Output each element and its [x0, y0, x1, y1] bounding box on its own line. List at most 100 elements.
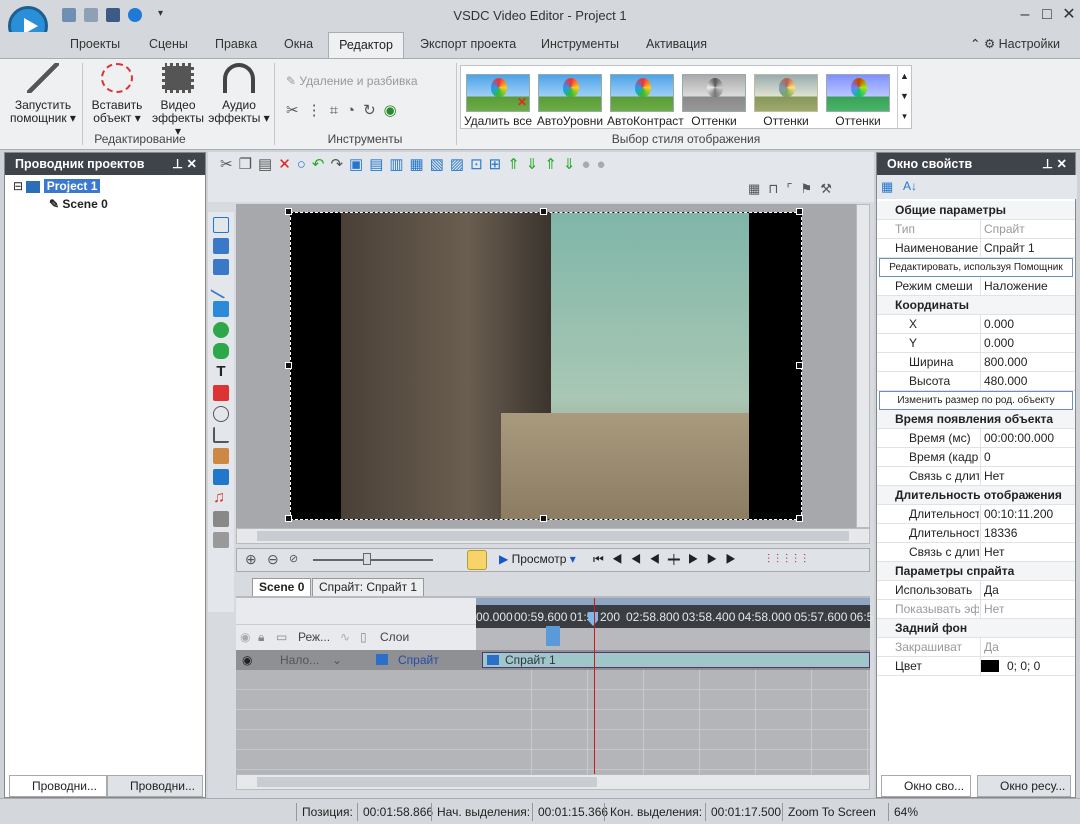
property-section[interactable]: Координаты [877, 296, 1075, 315]
property-section[interactable]: Параметры спрайта [877, 562, 1075, 581]
resize-handle[interactable] [285, 515, 292, 522]
selection-range[interactable] [476, 598, 870, 605]
rectangle-icon[interactable] [213, 301, 229, 317]
tab-edit[interactable]: Правка [215, 37, 257, 51]
blend-icon[interactable]: ▭ [276, 630, 287, 644]
property-row[interactable]: Наименование Спрайт 1 [877, 239, 1075, 258]
property-value[interactable]: 18336 [980, 524, 1075, 542]
grid-icon[interactable]: ▦ [748, 181, 768, 196]
property-action-button[interactable]: Изменить размер по род. объекту [879, 391, 1073, 410]
spectrum-icon[interactable] [213, 511, 229, 527]
audio-effects-button[interactable]: Аудио эффекты ▾ [208, 63, 270, 125]
arrows-icon[interactable]: ⇑⇓⇑⇓ [507, 156, 581, 173]
property-action-button[interactable]: Редактировать, используя Помощник [879, 258, 1073, 277]
tree-item-scene[interactable]: ✎ Scene 0 [49, 197, 108, 211]
tab-project-explorer[interactable]: Проводни... [9, 775, 107, 797]
subtitle-icon[interactable] [213, 385, 229, 401]
selection-marker[interactable] [546, 626, 560, 646]
brush-icon[interactable]: ⚒ [820, 181, 840, 196]
resize-handle[interactable] [540, 515, 547, 522]
resize-handle[interactable] [796, 515, 803, 522]
zoom-out-icon[interactable]: ⊖ [267, 551, 279, 568]
tab-editor[interactable]: Редактор [328, 32, 404, 59]
stabilize-icon[interactable]: ◉ [384, 102, 405, 119]
canvas-horizontal-scrollbar[interactable] [236, 528, 870, 544]
style-tint-2[interactable]: Оттенки [751, 74, 821, 128]
magnet-icon[interactable]: ⊓ [768, 181, 786, 196]
property-value[interactable]: 800.000 [980, 353, 1075, 371]
pin-close-icons[interactable]: ⊥ ✕ [1042, 153, 1067, 175]
categorized-icon[interactable]: ▦ [881, 179, 893, 195]
tab-activation[interactable]: Активация [646, 37, 707, 51]
cursor-icon[interactable] [213, 217, 229, 233]
preview-button[interactable]: ▶ Просмотр ▾ [499, 552, 576, 566]
property-value[interactable]: 0; 0; 0 [980, 657, 1075, 675]
insert-object-button[interactable]: Вставить объект ▾ [86, 63, 148, 125]
property-value[interactable]: Нет [980, 467, 1075, 485]
trim-icon[interactable]: ⋮ [307, 102, 330, 119]
tab-windows[interactable]: Окна [284, 37, 313, 51]
track-visibility-icon[interactable]: ◉ [242, 653, 252, 667]
minimize-button[interactable]: – [1014, 4, 1036, 26]
trash-icon[interactable]: ▯ [360, 630, 367, 644]
transport-controls[interactable]: ⏮◀◀◀┿▶▶▶ [593, 552, 744, 567]
ellipse-icon[interactable] [213, 322, 229, 338]
playhead-line[interactable] [594, 598, 595, 774]
rotate-icon[interactable]: ↻ [363, 102, 384, 119]
flag-icon[interactable]: ⚑ [801, 181, 821, 196]
scroll-thumb[interactable] [257, 777, 597, 787]
tab-object-explorer[interactable]: Проводни... [107, 775, 203, 797]
property-value[interactable]: Да [980, 638, 1075, 656]
move-icon[interactable] [213, 532, 229, 548]
sort-az-icon[interactable]: A↓ [903, 179, 917, 193]
shape-icon[interactable]: ●● [581, 156, 611, 173]
style-auto-contrast[interactable]: АвтоКонтраст [607, 74, 684, 128]
property-row[interactable]: Закрашиват Да [877, 638, 1075, 657]
time-ruler[interactable]: 00.000 00:59.600 01:5 200 02:58.800 03:5… [476, 598, 873, 646]
property-row[interactable]: Y 0.000 [877, 334, 1075, 353]
tree-item-project[interactable]: ⊟ Project 1 [13, 179, 108, 193]
crop-icon[interactable]: ⌗ [330, 102, 346, 119]
image-icon[interactable] [213, 259, 229, 275]
zoom-slider[interactable] [313, 559, 433, 561]
tab-sprite[interactable]: Спрайт: Спрайт 1 [312, 578, 425, 596]
marker-icons[interactable]: ⫶⫶⫶⫶⫶ [767, 552, 812, 567]
callout-icon[interactable] [213, 406, 229, 422]
property-section[interactable]: Задний фон [877, 619, 1075, 638]
property-row[interactable]: Показывать эф Нет [877, 600, 1075, 619]
corner-icon[interactable]: ⌜ [786, 181, 800, 196]
tab-properties[interactable]: Окно сво... [881, 775, 971, 797]
tab-tools[interactable]: Инструменты [541, 37, 619, 51]
paste-icon[interactable]: ▤ [258, 156, 278, 173]
property-value[interactable]: Да [980, 581, 1075, 599]
property-row[interactable]: Высота 480.000 [877, 372, 1075, 391]
close-button[interactable]: ✕ [1058, 4, 1080, 26]
resize-handle[interactable] [796, 362, 803, 369]
property-section[interactable]: Время появления объекта [877, 410, 1075, 429]
property-row[interactable]: X 0.000 [877, 315, 1075, 334]
lock-icon[interactable]: 🔒︎ [258, 630, 264, 645]
collapse-icon[interactable]: ⊟ [13, 179, 23, 193]
zoom-slider-thumb[interactable] [363, 553, 371, 565]
property-value[interactable]: Спрайт [980, 220, 1075, 238]
style-tint-3[interactable]: Оттенки [823, 74, 893, 128]
style-remove-all[interactable]: ✕ Удалить все [463, 74, 533, 128]
resize-handle[interactable] [796, 208, 803, 215]
line-icon[interactable] [210, 277, 232, 299]
property-row[interactable]: Связь с длит Нет [877, 467, 1075, 486]
style-tint-1[interactable]: Оттенки [679, 74, 749, 128]
property-row[interactable]: Связь с длит Нет [877, 543, 1075, 562]
cut-split-button[interactable]: ✎ Удаление и разбивка [286, 74, 418, 88]
text-icon[interactable]: T [213, 364, 229, 380]
timer-icon[interactable] [467, 550, 487, 570]
zoom-100-icon[interactable]: ⊘ [289, 552, 298, 565]
property-row[interactable]: Длительност 18336 [877, 524, 1075, 543]
undo-icon[interactable]: ↶ [312, 156, 331, 173]
property-row[interactable]: Цвет 0; 0; 0 [877, 657, 1075, 676]
dropdown-icon[interactable]: ⌄ [332, 653, 342, 667]
timeline-scrollbar[interactable] [236, 774, 870, 790]
chart-icon[interactable] [213, 427, 229, 443]
gallery-scroll[interactable]: ▲ ▼ ▾ [897, 66, 911, 128]
picture-icon[interactable] [213, 469, 229, 485]
tab-scene[interactable]: Scene 0 [252, 578, 312, 596]
